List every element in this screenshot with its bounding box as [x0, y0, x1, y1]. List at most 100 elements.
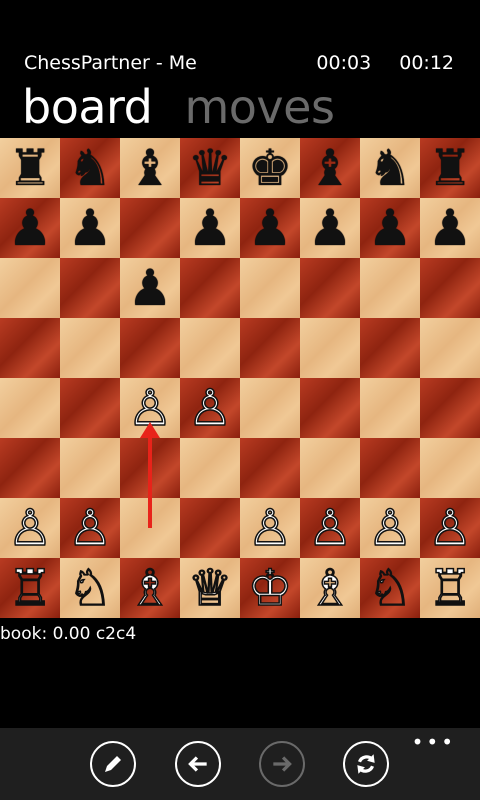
square-d3[interactable]	[180, 438, 240, 498]
square-g3[interactable]	[360, 438, 420, 498]
white-pawn-piece[interactable]: ♙	[187, 378, 233, 438]
square-d2[interactable]	[180, 498, 240, 558]
square-d8[interactable]: ♛	[180, 138, 240, 198]
square-f2[interactable]: ♙	[300, 498, 360, 558]
black-pawn-piece[interactable]: ♟	[248, 198, 293, 258]
edit-button[interactable]	[90, 741, 136, 787]
square-h5[interactable]	[420, 318, 480, 378]
more-options-button[interactable]: •••	[412, 732, 456, 752]
square-c6[interactable]: ♟	[120, 258, 180, 318]
square-b5[interactable]	[60, 318, 120, 378]
black-bishop-piece[interactable]: ♝	[128, 138, 173, 198]
square-g6[interactable]	[360, 258, 420, 318]
black-king-piece[interactable]: ♚	[248, 138, 293, 198]
black-knight-piece[interactable]: ♞	[368, 138, 413, 198]
square-a5[interactable]	[0, 318, 60, 378]
square-c2[interactable]	[120, 498, 180, 558]
white-pawn-piece[interactable]: ♙	[67, 498, 113, 558]
square-a7[interactable]: ♟	[0, 198, 60, 258]
white-knight-piece[interactable]: ♘	[67, 558, 113, 618]
square-h6[interactable]	[420, 258, 480, 318]
square-f6[interactable]	[300, 258, 360, 318]
square-f1[interactable]: ♗	[300, 558, 360, 618]
square-d1[interactable]: ♕	[180, 558, 240, 618]
black-rook-piece[interactable]: ♜	[428, 138, 473, 198]
square-a1[interactable]: ♖	[0, 558, 60, 618]
square-h8[interactable]: ♜	[420, 138, 480, 198]
square-d7[interactable]: ♟	[180, 198, 240, 258]
square-f4[interactable]	[300, 378, 360, 438]
black-queen-piece[interactable]: ♛	[188, 138, 233, 198]
square-e7[interactable]: ♟	[240, 198, 300, 258]
square-g5[interactable]	[360, 318, 420, 378]
black-pawn-piece[interactable]: ♟	[368, 198, 413, 258]
black-pawn-piece[interactable]: ♟	[308, 198, 353, 258]
square-g8[interactable]: ♞	[360, 138, 420, 198]
square-h3[interactable]	[420, 438, 480, 498]
white-rook-piece[interactable]: ♖	[427, 558, 473, 618]
square-c5[interactable]	[120, 318, 180, 378]
forward-button[interactable]	[259, 741, 305, 787]
square-f3[interactable]	[300, 438, 360, 498]
square-b7[interactable]: ♟	[60, 198, 120, 258]
white-pawn-piece[interactable]: ♙	[307, 498, 353, 558]
black-pawn-piece[interactable]: ♟	[188, 198, 233, 258]
square-c8[interactable]: ♝	[120, 138, 180, 198]
black-knight-piece[interactable]: ♞	[68, 138, 113, 198]
square-f7[interactable]: ♟	[300, 198, 360, 258]
square-a4[interactable]	[0, 378, 60, 438]
tab-moves[interactable]: moves	[184, 80, 334, 134]
square-a2[interactable]: ♙	[0, 498, 60, 558]
square-b2[interactable]: ♙	[60, 498, 120, 558]
white-queen-piece[interactable]: ♕	[187, 558, 233, 618]
square-h4[interactable]	[420, 378, 480, 438]
white-pawn-piece[interactable]: ♙	[367, 498, 413, 558]
square-g4[interactable]	[360, 378, 420, 438]
square-c3[interactable]	[120, 438, 180, 498]
black-pawn-piece[interactable]: ♟	[128, 258, 173, 318]
square-b6[interactable]	[60, 258, 120, 318]
square-e6[interactable]	[240, 258, 300, 318]
white-pawn-piece[interactable]: ♙	[427, 498, 473, 558]
black-pawn-piece[interactable]: ♟	[428, 198, 473, 258]
chess-board[interactable]: ♜ ♞ ♝ ♛ ♚ ♝ ♞ ♜ ♟ ♟ ♟ ♟ ♟ ♟ ♟ ♟ ♙ ♙ ♙ ♙ ♙ ♙ ♙ ♙ ♖ ♘ ♗ ♕ ♔ ♗ ♘ ♖	[0, 138, 480, 618]
square-e5[interactable]	[240, 318, 300, 378]
square-h7[interactable]: ♟	[420, 198, 480, 258]
square-g7[interactable]: ♟	[360, 198, 420, 258]
square-d6[interactable]	[180, 258, 240, 318]
square-g2[interactable]: ♙	[360, 498, 420, 558]
square-e1[interactable]: ♔	[240, 558, 300, 618]
square-c1[interactable]: ♗	[120, 558, 180, 618]
square-f8[interactable]: ♝	[300, 138, 360, 198]
square-d4[interactable]: ♙	[180, 378, 240, 438]
square-h2[interactable]: ♙	[420, 498, 480, 558]
white-knight-piece[interactable]: ♘	[367, 558, 413, 618]
square-b1[interactable]: ♘	[60, 558, 120, 618]
back-button[interactable]	[175, 741, 221, 787]
square-d5[interactable]	[180, 318, 240, 378]
square-b3[interactable]	[60, 438, 120, 498]
square-g1[interactable]: ♘	[360, 558, 420, 618]
white-bishop-piece[interactable]: ♗	[307, 558, 353, 618]
square-a8[interactable]: ♜	[0, 138, 60, 198]
flip-board-button[interactable]	[343, 741, 389, 787]
square-f5[interactable]	[300, 318, 360, 378]
black-pawn-piece[interactable]: ♟	[68, 198, 113, 258]
square-c4[interactable]: ♙	[120, 378, 180, 438]
black-rook-piece[interactable]: ♜	[8, 138, 53, 198]
white-king-piece[interactable]: ♔	[247, 558, 293, 618]
square-e4[interactable]	[240, 378, 300, 438]
square-e2[interactable]: ♙	[240, 498, 300, 558]
tab-board[interactable]: board	[22, 80, 153, 134]
square-a3[interactable]	[0, 438, 60, 498]
white-pawn-piece[interactable]: ♙	[247, 498, 293, 558]
square-c7[interactable]	[120, 198, 180, 258]
square-h1[interactable]: ♖	[420, 558, 480, 618]
black-bishop-piece[interactable]: ♝	[308, 138, 353, 198]
square-b4[interactable]	[60, 378, 120, 438]
black-pawn-piece[interactable]: ♟	[8, 198, 53, 258]
square-e8[interactable]: ♚	[240, 138, 300, 198]
square-b8[interactable]: ♞	[60, 138, 120, 198]
white-rook-piece[interactable]: ♖	[7, 558, 53, 618]
white-bishop-piece[interactable]: ♗	[127, 558, 173, 618]
